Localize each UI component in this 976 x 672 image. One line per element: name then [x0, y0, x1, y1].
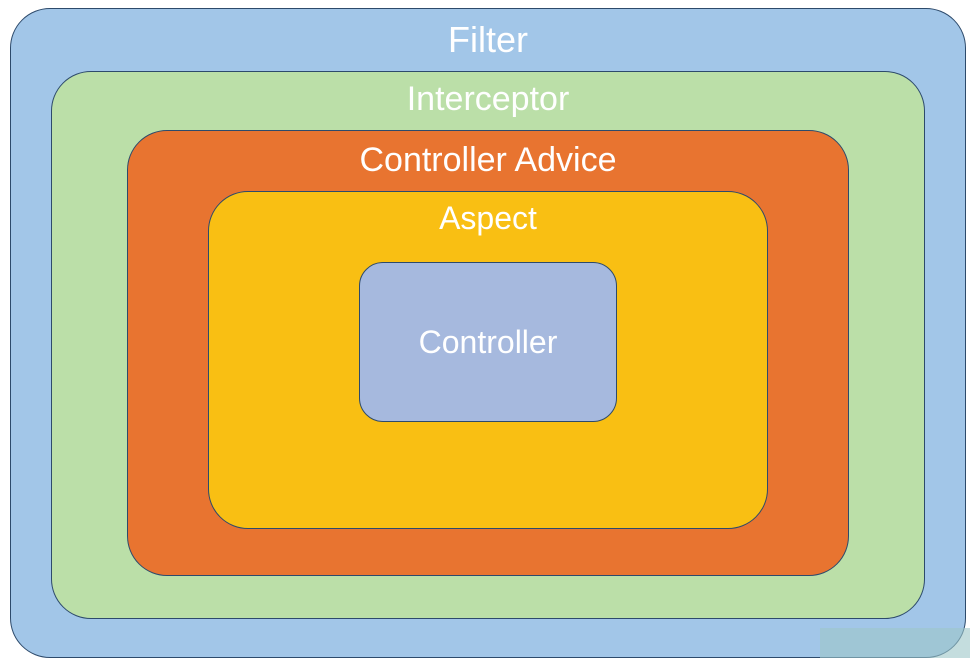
layer-interceptor-label: Interceptor	[52, 80, 924, 119]
layer-controller-advice-label: Controller Advice	[128, 141, 848, 180]
layer-filter-label: Filter	[11, 19, 965, 61]
layer-aspect-label: Aspect	[209, 200, 767, 237]
layer-interceptor: Interceptor Controller Advice Aspect Con…	[51, 71, 925, 619]
layer-controller: Controller	[359, 262, 617, 422]
watermark-smudge	[820, 628, 970, 658]
layer-aspect: Aspect Controller	[208, 191, 768, 529]
layer-controller-advice: Controller Advice Aspect Controller	[127, 130, 849, 576]
layer-controller-label: Controller	[419, 324, 558, 361]
layer-filter: Filter Interceptor Controller Advice Asp…	[10, 8, 966, 658]
